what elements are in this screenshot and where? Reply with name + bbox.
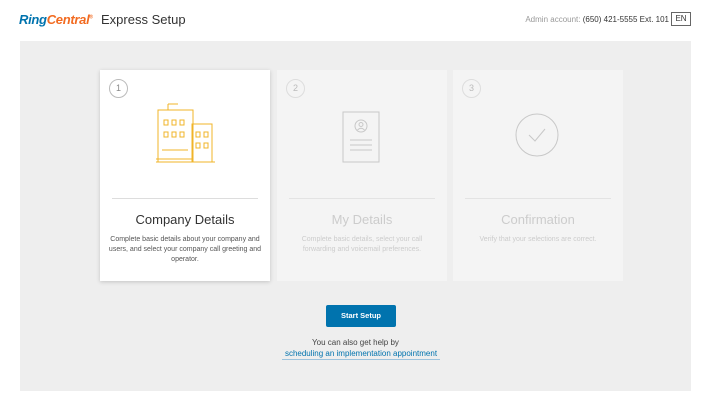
language-selector[interactable]: EN — [671, 12, 691, 26]
admin-label: Admin account: — [525, 15, 581, 24]
start-setup-button[interactable]: Start Setup — [326, 305, 396, 327]
step-number: 2 — [286, 79, 305, 98]
step-title: My Details — [331, 212, 393, 227]
card-divider — [465, 198, 611, 199]
step-description: Complete basic details, select your call… — [301, 236, 423, 253]
setup-panel: 1 Company Details Complete basic details… — [20, 41, 691, 391]
top-header: RingCentral® Express Setup Admin account… — [0, 0, 715, 41]
step-card-confirmation[interactable]: 3 Confirmation Verify that your selectio… — [453, 70, 623, 281]
ringcentral-logo[interactable]: RingCentral® — [19, 12, 93, 27]
building-icon — [100, 100, 270, 170]
step-title: Company Details — [135, 212, 235, 227]
schedule-appointment-link[interactable]: scheduling an implementation appointment — [282, 349, 440, 360]
logo-central-text: Central — [46, 12, 90, 27]
step-card-company-details[interactable]: 1 Company Details Complete basic details… — [100, 70, 270, 281]
help-text: You can also get help by — [312, 338, 399, 347]
admin-account: Admin account: (650) 421-5555 Ext. 101 — [525, 15, 669, 24]
step-card-my-details[interactable]: 2 My Details Complete basic details, sel… — [277, 70, 447, 281]
step-number: 3 — [462, 79, 481, 98]
id-card-icon — [277, 100, 447, 170]
step-description: Complete basic details about your compan… — [108, 236, 262, 263]
app-title: Express Setup — [101, 12, 186, 27]
card-divider — [289, 198, 435, 199]
logo-ring-text: Ring — [19, 12, 47, 27]
check-circle-icon — [453, 100, 623, 170]
step-title: Confirmation — [501, 212, 575, 227]
step-number: 1 — [109, 79, 128, 98]
step-description: Verify that your selections are correct. — [479, 236, 597, 243]
admin-phone: (650) 421-5555 Ext. 101 — [582, 15, 669, 24]
card-divider — [112, 198, 258, 199]
logo-trademark: ® — [89, 14, 93, 21]
